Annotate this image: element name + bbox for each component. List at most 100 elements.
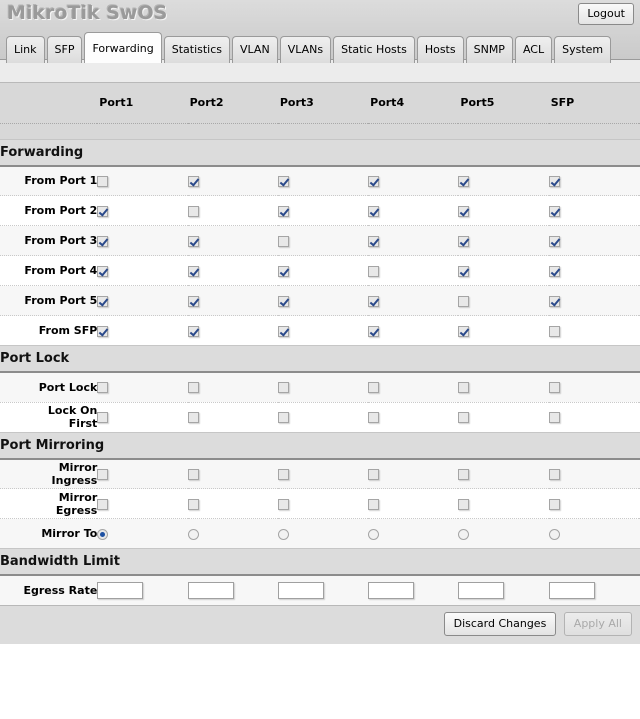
checkbox-port4[interactable] bbox=[368, 325, 380, 337]
cell bbox=[458, 372, 549, 403]
checkbox-port2[interactable] bbox=[187, 205, 199, 217]
apply-all-button[interactable]: Apply All bbox=[563, 612, 632, 636]
checkbox-port2[interactable] bbox=[187, 498, 199, 510]
tab-link[interactable]: Link bbox=[6, 36, 45, 63]
tab-hosts[interactable]: Hosts bbox=[416, 36, 464, 63]
tab-acl[interactable]: ACL bbox=[514, 36, 553, 63]
checkbox-port5[interactable] bbox=[458, 382, 470, 394]
checkbox-sfp[interactable] bbox=[548, 468, 560, 480]
cell bbox=[548, 316, 639, 346]
checkbox-port2[interactable] bbox=[187, 175, 199, 187]
column-header-sfp: SFP bbox=[548, 83, 639, 124]
checkbox-port1[interactable] bbox=[97, 412, 109, 423]
checkbox-port1[interactable] bbox=[97, 382, 109, 394]
checkbox-port3[interactable] bbox=[277, 382, 289, 394]
checkbox-sfp[interactable] bbox=[548, 382, 560, 394]
row-label-from-port-2: From Port 2 bbox=[0, 195, 98, 226]
checkbox-port5[interactable] bbox=[458, 205, 470, 217]
cell bbox=[97, 575, 187, 605]
cell bbox=[548, 402, 639, 432]
checkbox-port2[interactable] bbox=[187, 235, 199, 247]
checkbox-port2[interactable] bbox=[187, 325, 199, 337]
radio-port1[interactable] bbox=[97, 528, 109, 540]
checkbox-port3[interactable] bbox=[277, 175, 289, 187]
checkbox-port4[interactable] bbox=[368, 265, 380, 277]
tab-system[interactable]: System bbox=[554, 36, 612, 63]
checkbox-port4[interactable] bbox=[368, 235, 380, 247]
header-corner bbox=[0, 83, 98, 124]
cell bbox=[548, 255, 639, 286]
checkbox-port4[interactable] bbox=[368, 295, 380, 307]
checkbox-port1[interactable] bbox=[97, 498, 109, 510]
egress-rate-input-port5[interactable] bbox=[458, 582, 505, 599]
radio-port2[interactable] bbox=[187, 528, 199, 540]
cell bbox=[187, 225, 278, 256]
checkbox-port4[interactable] bbox=[368, 382, 380, 394]
tab-sfp[interactable]: SFP bbox=[46, 36, 83, 63]
discard-changes-button[interactable]: Discard Changes bbox=[443, 612, 557, 636]
checkbox-port4[interactable] bbox=[368, 498, 380, 510]
checkbox-port2[interactable] bbox=[187, 295, 199, 307]
checkbox-sfp[interactable] bbox=[548, 295, 560, 307]
table-row: Egress Rate bbox=[0, 575, 640, 605]
tab-forwarding[interactable]: Forwarding bbox=[84, 32, 162, 63]
tab-static-hosts[interactable]: Static Hosts bbox=[333, 36, 415, 63]
tab-statistics[interactable]: Statistics bbox=[163, 36, 231, 63]
checkbox-port1[interactable] bbox=[97, 295, 109, 307]
checkbox-port4[interactable] bbox=[368, 412, 380, 423]
cell bbox=[368, 316, 458, 346]
checkbox-port3[interactable] bbox=[277, 265, 289, 277]
checkbox-port5[interactable] bbox=[458, 325, 470, 337]
logout-button[interactable]: Logout bbox=[578, 3, 634, 25]
checkbox-port5[interactable] bbox=[458, 235, 470, 247]
checkbox-sfp[interactable] bbox=[548, 498, 560, 510]
checkbox-port3[interactable] bbox=[277, 468, 289, 480]
radio-port5[interactable] bbox=[458, 528, 470, 540]
checkbox-port1[interactable] bbox=[97, 265, 109, 277]
checkbox-port2[interactable] bbox=[187, 468, 199, 480]
checkbox-sfp[interactable] bbox=[548, 205, 560, 217]
checkbox-sfp[interactable] bbox=[548, 412, 560, 423]
checkbox-port1[interactable] bbox=[97, 205, 109, 217]
checkbox-port4[interactable] bbox=[368, 175, 380, 187]
egress-rate-input-port2[interactable] bbox=[187, 582, 234, 599]
checkbox-port3[interactable] bbox=[277, 205, 289, 217]
checkbox-sfp[interactable] bbox=[548, 325, 560, 337]
checkbox-port3[interactable] bbox=[277, 235, 289, 247]
checkbox-port2[interactable] bbox=[187, 265, 199, 277]
checkbox-port4[interactable] bbox=[368, 468, 380, 480]
tab-snmp[interactable]: SNMP bbox=[465, 36, 513, 63]
checkbox-port1[interactable] bbox=[97, 325, 109, 337]
checkbox-sfp[interactable] bbox=[548, 235, 560, 247]
checkbox-port5[interactable] bbox=[458, 412, 470, 423]
checkbox-port1[interactable] bbox=[97, 468, 109, 480]
checkbox-port2[interactable] bbox=[187, 412, 199, 423]
radio-sfp[interactable] bbox=[548, 528, 560, 540]
checkbox-port1[interactable] bbox=[97, 175, 109, 187]
radio-port4[interactable] bbox=[368, 528, 380, 540]
tab-vlans[interactable]: VLANs bbox=[279, 36, 332, 63]
egress-rate-input-port4[interactable] bbox=[368, 582, 415, 599]
checkbox-port3[interactable] bbox=[277, 325, 289, 337]
checkbox-sfp[interactable] bbox=[548, 175, 560, 187]
table-row: Mirror Ingress bbox=[0, 458, 640, 489]
tab-vlan[interactable]: VLAN bbox=[232, 36, 278, 63]
checkbox-port5[interactable] bbox=[458, 175, 470, 187]
egress-rate-input-port3[interactable] bbox=[277, 582, 324, 599]
checkbox-port3[interactable] bbox=[277, 498, 289, 510]
checkbox-port2[interactable] bbox=[187, 382, 199, 394]
checkbox-port3[interactable] bbox=[277, 412, 289, 423]
checkbox-sfp[interactable] bbox=[548, 265, 560, 277]
checkbox-port5[interactable] bbox=[458, 265, 470, 277]
section-header-row: Bandwidth Limit bbox=[0, 548, 640, 576]
checkbox-port5[interactable] bbox=[458, 295, 470, 307]
checkbox-port5[interactable] bbox=[458, 498, 470, 510]
egress-rate-input-sfp[interactable] bbox=[548, 582, 595, 599]
checkbox-port3[interactable] bbox=[277, 295, 289, 307]
egress-rate-input-port1[interactable] bbox=[97, 582, 144, 599]
radio-port3[interactable] bbox=[277, 528, 289, 540]
checkbox-port5[interactable] bbox=[458, 468, 470, 480]
checkbox-port1[interactable] bbox=[97, 235, 109, 247]
cell bbox=[548, 195, 639, 226]
checkbox-port4[interactable] bbox=[368, 205, 380, 217]
